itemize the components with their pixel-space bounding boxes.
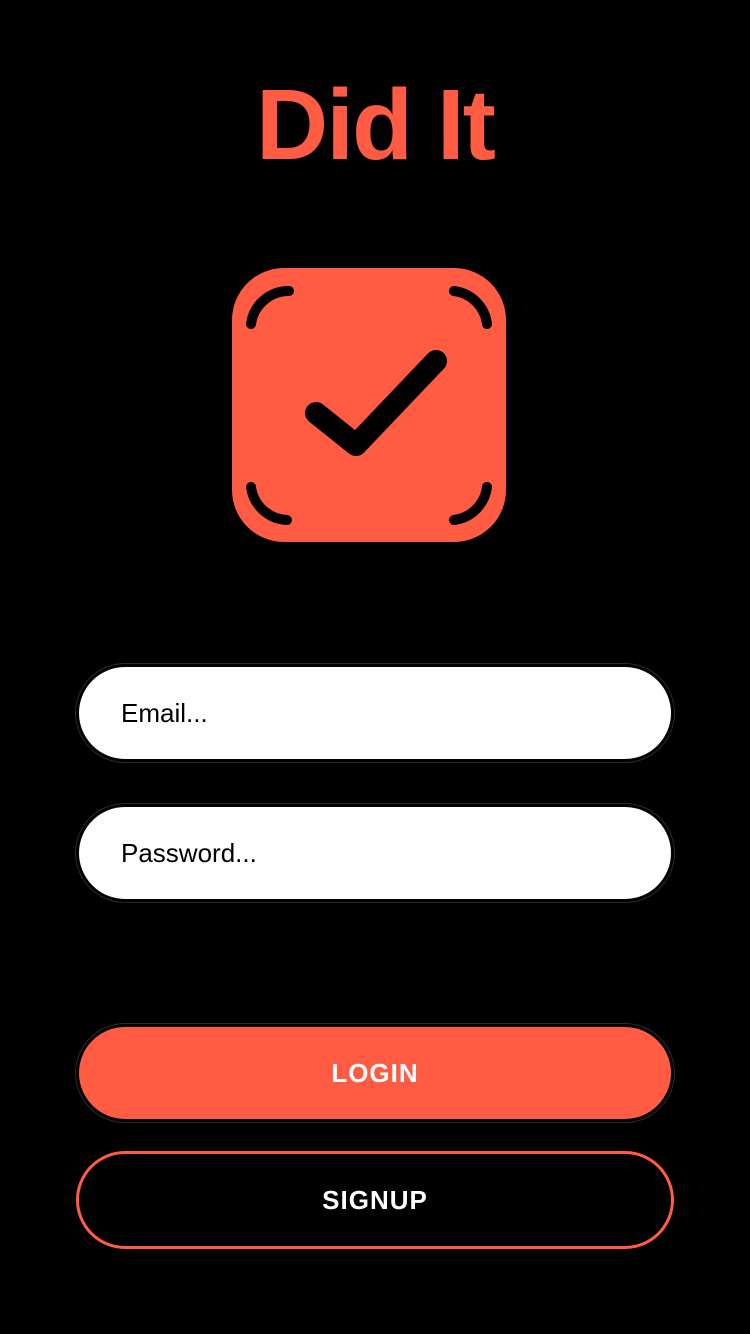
login-button[interactable]: LOGIN — [76, 1024, 674, 1122]
login-screen: Did It LOGIN SIGNUP — [0, 0, 750, 1334]
signup-button-label: SIGNUP — [322, 1184, 428, 1215]
checkbox-check-icon — [232, 268, 506, 542]
signup-button[interactable]: SIGNUP — [76, 1151, 674, 1249]
email-input[interactable] — [121, 697, 671, 729]
email-field[interactable] — [76, 664, 674, 762]
password-input[interactable] — [121, 837, 671, 869]
password-field[interactable] — [76, 804, 674, 902]
app-title: Did It — [256, 69, 496, 181]
login-button-label: LOGIN — [331, 1057, 419, 1088]
